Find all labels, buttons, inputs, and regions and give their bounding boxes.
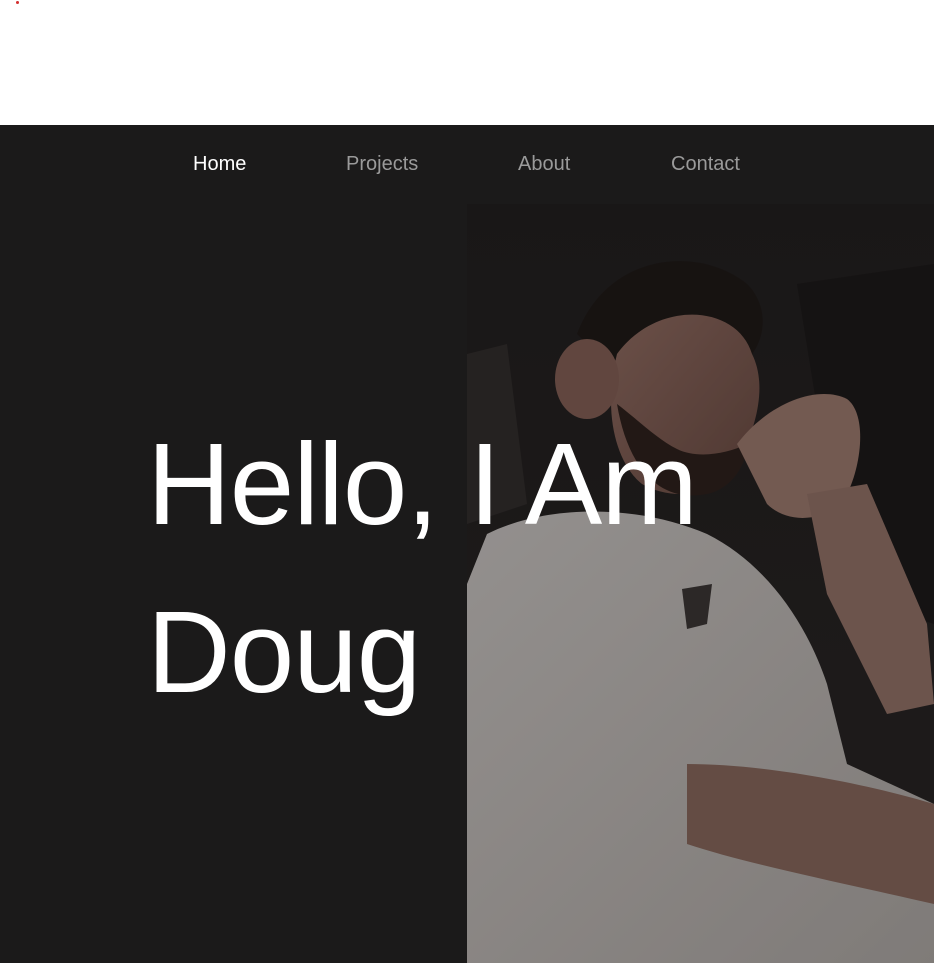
nav-projects-link[interactable]: Projects: [346, 125, 418, 204]
nav-home-link[interactable]: Home: [193, 125, 246, 204]
nav-about-link[interactable]: About: [518, 125, 570, 204]
headline-line-2: Doug: [147, 587, 421, 717]
hero-section: Hello, I Am Doug: [0, 204, 934, 963]
headline-line-1: Hello, I Am: [147, 419, 698, 549]
marker-dot: [16, 1, 19, 4]
top-blank-area: [0, 0, 934, 125]
page: Home Projects About Contact Hello, I Am …: [0, 0, 934, 963]
nav-contact-link[interactable]: Contact: [671, 125, 740, 204]
hero-headline: Hello, I Am Doug: [147, 400, 698, 736]
main-navigation: Home Projects About Contact: [0, 125, 934, 204]
